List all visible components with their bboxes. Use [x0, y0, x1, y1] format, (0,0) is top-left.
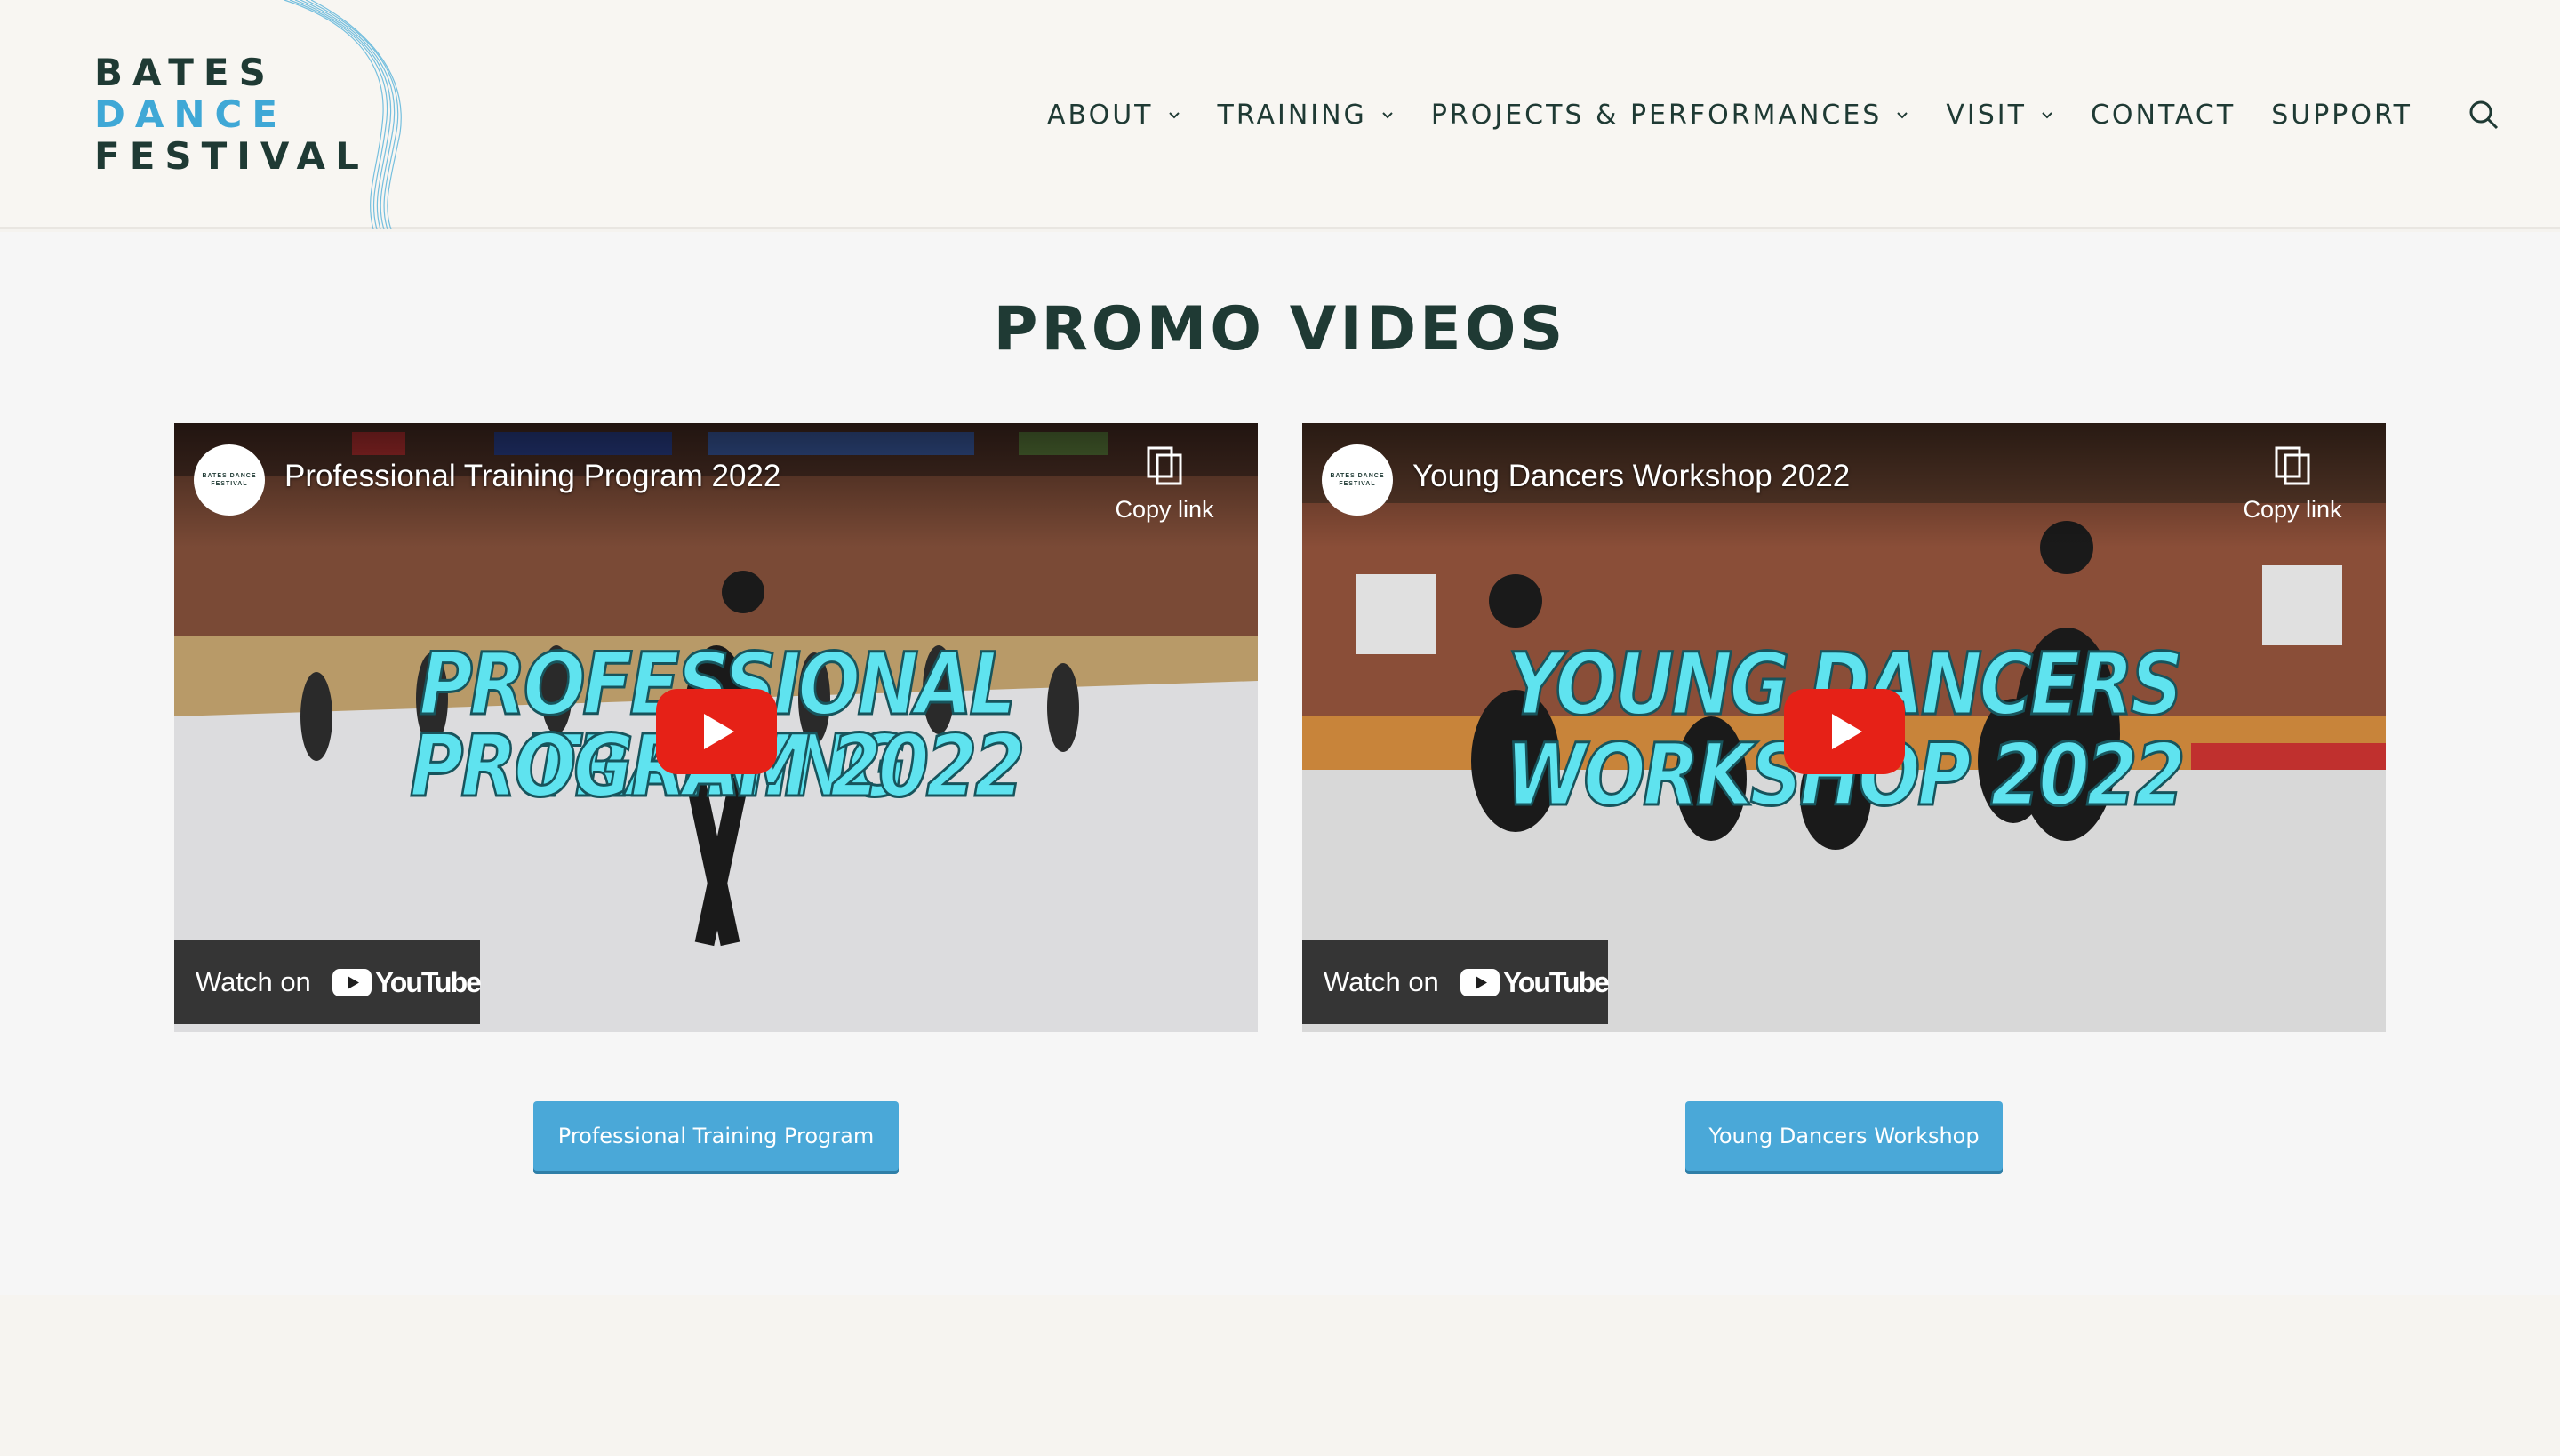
nav-item-label: TRAINING: [1217, 99, 1367, 131]
channel-avatar-text: BATES DANCE FESTIVAL: [202, 473, 257, 487]
chevron-down-icon: [2042, 112, 2052, 119]
nav-item-label: ABOUT: [1047, 99, 1154, 131]
channel-avatar[interactable]: BATES DANCE FESTIVAL: [194, 444, 265, 516]
copy-link-icon: [1147, 446, 1182, 485]
main-content: PROMO VIDEOS PROFESSIONAL PROGRAM 2022 B…: [0, 232, 2560, 1295]
nav-item-visit[interactable]: VISIT: [1946, 100, 2055, 131]
professional-training-program-button[interactable]: Professional Training Program: [533, 1101, 899, 1171]
youtube-wordmark: YouTube: [1502, 965, 1610, 998]
main-nav: ABOUT TRAINING PROJECTS & PERFORMANCES V…: [1047, 0, 2560, 229]
channel-avatar-text: BATES DANCE FESTIVAL: [1330, 473, 1385, 487]
watch-on-label: Watch on: [196, 966, 311, 997]
copy-link-button[interactable]: Copy link: [1107, 444, 1222, 524]
nav-item-label: SUPPORT: [2271, 99, 2412, 131]
channel-avatar[interactable]: BATES DANCE FESTIVAL: [1322, 444, 1393, 516]
nav-item-training[interactable]: TRAINING: [1218, 100, 1396, 131]
young-dancers-workshop-button[interactable]: Young Dancers Workshop: [1685, 1101, 2003, 1171]
chevron-down-icon: [1382, 112, 1393, 119]
video-player-professional-training[interactable]: PROFESSIONAL TRAINING PROGRAM 2022 BATES…: [174, 423, 1258, 1032]
copy-link-icon: [2275, 446, 2310, 485]
footer-band: [0, 1295, 2560, 1456]
copy-link-label: Copy link: [2243, 496, 2342, 523]
nav-item-contact[interactable]: CONTACT: [2091, 100, 2236, 131]
copy-link-button[interactable]: Copy link: [2235, 444, 2350, 524]
watch-on-youtube-button[interactable]: Watch on YouTube: [174, 940, 482, 1024]
search-icon[interactable]: [2466, 97, 2501, 132]
nav-item-label: CONTACT: [2090, 99, 2236, 131]
nav-item-label: PROJECTS & PERFORMANCES: [1430, 99, 1883, 131]
watch-on-label: Watch on: [1324, 966, 1439, 997]
nav-item-support[interactable]: SUPPORT: [2271, 100, 2412, 131]
page-title: PROMO VIDEOS: [993, 294, 1567, 364]
copy-link-label: Copy link: [1115, 496, 1214, 523]
nav-item-about[interactable]: ABOUT: [1047, 100, 1181, 131]
video-title[interactable]: Young Dancers Workshop 2022: [1412, 459, 1850, 494]
youtube-logo: YouTube: [1460, 965, 1610, 999]
youtube-play-icon[interactable]: [655, 688, 777, 774]
chevron-down-icon: [1897, 112, 1908, 119]
video-title[interactable]: Professional Training Program 2022: [284, 459, 780, 494]
youtube-wordmark: YouTube: [374, 965, 482, 998]
youtube-play-icon[interactable]: [1783, 688, 1905, 774]
logo-swirl-graphic: [284, 0, 402, 229]
nav-item-label: VISIT: [1946, 99, 2027, 131]
youtube-logo-icon: [1460, 968, 1500, 996]
watch-on-youtube-button[interactable]: Watch on YouTube: [1302, 940, 1610, 1024]
nav-item-projects-performances[interactable]: PROJECTS & PERFORMANCES: [1431, 100, 1911, 131]
youtube-logo: YouTube: [332, 965, 482, 999]
video-player-young-dancers[interactable]: YOUNG DANCERS WORKSHOP 2022 BATES DANCE …: [1302, 423, 2386, 1032]
site-header: BATES DANCE FESTIVAL ABOUT TRAINING PROJ…: [0, 0, 2560, 229]
youtube-logo-icon: [332, 968, 372, 996]
chevron-down-icon: [1168, 112, 1180, 119]
